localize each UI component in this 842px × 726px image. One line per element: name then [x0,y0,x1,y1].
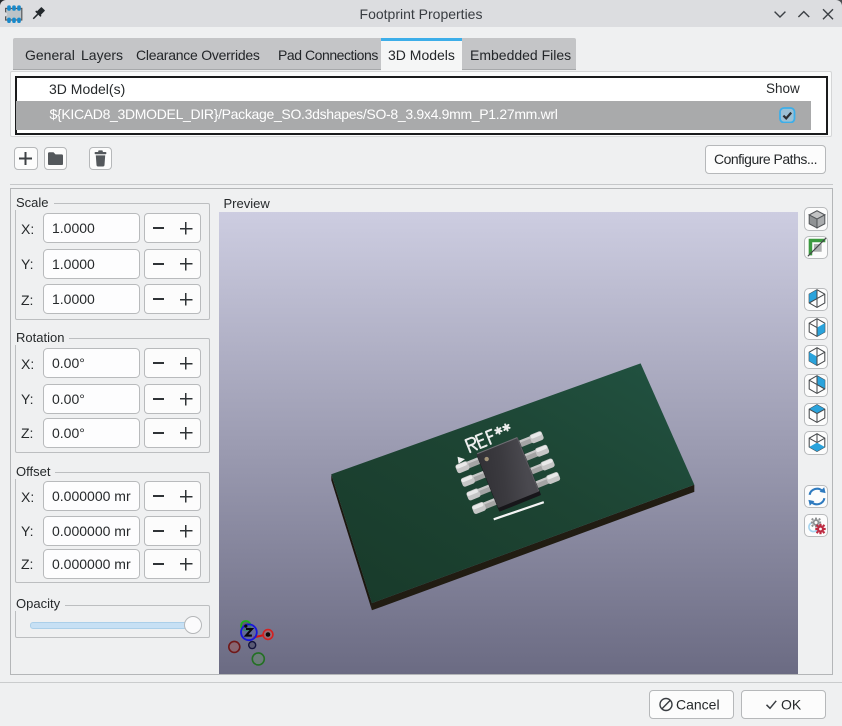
svg-text:Cancel: Cancel [676,696,720,712]
svg-text:OK: OK [781,696,802,712]
